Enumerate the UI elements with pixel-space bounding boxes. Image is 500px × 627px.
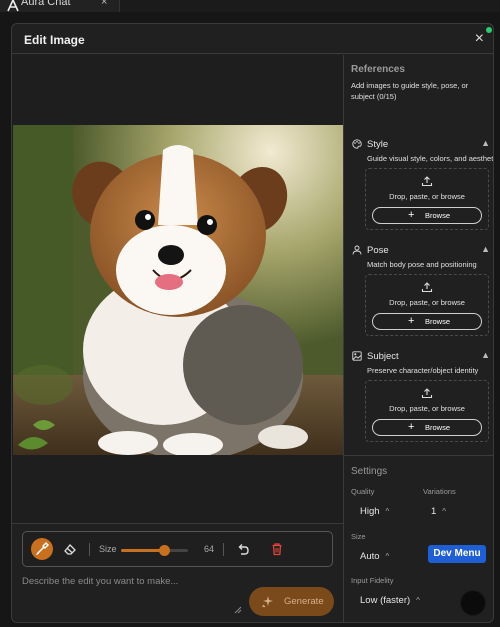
modal-header: Edit Image ×	[12, 24, 493, 54]
palette-icon	[352, 139, 362, 149]
dev-menu-button[interactable]: Dev Menu	[428, 545, 486, 563]
browser-tab[interactable]: Aura Chat ×	[0, 0, 120, 12]
chevron-up-icon: ^	[442, 507, 447, 516]
plus-icon: +	[408, 209, 415, 221]
undo-icon[interactable]	[236, 542, 250, 556]
reference-name: Subject	[367, 351, 399, 362]
tab-title: Aura Chat	[21, 0, 71, 8]
upload-icon	[421, 388, 433, 399]
style-dropzone[interactable]: Drop, paste, or browse + Browse	[365, 168, 489, 230]
input-fidelity-value: Low (faster)	[360, 595, 411, 606]
slider-fill	[121, 549, 164, 552]
edit-image-modal: Edit Image × Size 64 Describe the edit y…	[11, 23, 494, 623]
upload-icon	[421, 282, 433, 293]
brush-size-slider[interactable]	[121, 545, 188, 556]
quality-select[interactable]: High ^	[360, 506, 389, 517]
app-logo-icon	[7, 0, 19, 12]
dropzone-text: Drop, paste, or browse	[389, 192, 465, 201]
input-fidelity-select[interactable]: Low (faster) ^	[360, 595, 420, 606]
chevron-up-icon[interactable]: ▲	[481, 244, 490, 254]
chevron-up-icon: ^	[385, 507, 390, 516]
dropzone-text: Drop, paste, or browse	[389, 298, 465, 307]
browse-button[interactable]: + Browse	[372, 207, 482, 224]
reference-name: Style	[367, 139, 389, 150]
references-title: References	[351, 64, 405, 75]
toolbar-divider	[223, 543, 224, 556]
references-description: Add images to guide style, pose, or subj…	[351, 81, 469, 101]
brush-toolbar: Size 64	[22, 531, 333, 567]
edit-prompt-input[interactable]	[22, 576, 242, 616]
variations-value: 1	[431, 506, 437, 517]
browse-label: Browse	[425, 423, 451, 432]
quality-label: Quality	[351, 487, 375, 496]
references-panel: References Add images to guide style, po…	[343, 55, 494, 622]
subject-dropzone[interactable]: Drop, paste, or browse + Browse	[365, 380, 489, 442]
image-canvas[interactable]	[12, 55, 343, 523]
browse-button[interactable]: + Browse	[372, 313, 482, 330]
modal-title: Edit Image	[24, 33, 85, 47]
input-fidelity-label: Input Fidelity	[351, 576, 394, 585]
toolbar-divider	[89, 543, 90, 556]
browse-label: Browse	[425, 317, 451, 326]
size-setting-value: Auto	[360, 551, 380, 562]
variations-label: Variations	[423, 487, 456, 496]
browse-button[interactable]: + Browse	[372, 419, 482, 436]
puppy-photo[interactable]	[13, 125, 343, 455]
generate-label: Generate	[284, 596, 324, 607]
dev-menu-label: Dev Menu	[433, 548, 481, 559]
resize-grip-icon[interactable]	[234, 606, 242, 614]
edit-controls: Size 64 Generate	[12, 523, 343, 622]
reference-description: Guide visual style, colors, and aestheti…	[367, 154, 494, 163]
reference-description: Match body pose and positioning	[367, 260, 477, 269]
eraser-icon[interactable]	[63, 542, 77, 556]
chevron-up-icon: ^	[385, 552, 390, 561]
generate-button[interactable]: Generate	[249, 587, 334, 616]
settings-title: Settings	[351, 466, 388, 477]
upload-icon	[421, 176, 433, 187]
image-icon	[352, 351, 362, 361]
status-indicator	[486, 27, 492, 33]
settings-divider	[344, 455, 493, 456]
dropzone-text: Drop, paste, or browse	[389, 404, 465, 413]
reference-name: Pose	[367, 245, 389, 256]
pose-dropzone[interactable]: Drop, paste, or browse + Browse	[365, 274, 489, 336]
variations-select[interactable]: 1 ^	[431, 506, 446, 517]
close-icon[interactable]: ×	[475, 30, 484, 48]
plus-icon: +	[408, 421, 415, 433]
floating-action-button[interactable]	[460, 590, 486, 616]
chevron-up-icon: ^	[416, 596, 420, 605]
chevron-up-icon[interactable]: ▲	[481, 350, 490, 360]
quality-value: High	[360, 506, 380, 517]
plus-icon: +	[408, 315, 415, 327]
trash-icon[interactable]	[270, 542, 284, 556]
slider-thumb[interactable]	[158, 545, 170, 556]
person-icon	[352, 245, 362, 255]
sparkle-icon	[262, 596, 273, 608]
brush-tool-button[interactable]	[31, 538, 53, 560]
browser-tab-bar: Aura Chat ×	[0, 0, 500, 12]
brush-icon	[36, 541, 50, 555]
size-setting-label: Size	[351, 532, 366, 541]
chevron-up-icon[interactable]: ▲	[481, 138, 490, 148]
size-label: Size	[99, 544, 117, 554]
browse-label: Browse	[425, 211, 451, 220]
size-select[interactable]: Auto ^	[360, 551, 389, 562]
reference-description: Preserve character/object identity	[367, 366, 479, 375]
size-value: 64	[204, 544, 215, 554]
puppy-image	[13, 125, 343, 455]
tab-close-icon[interactable]: ×	[101, 0, 107, 8]
